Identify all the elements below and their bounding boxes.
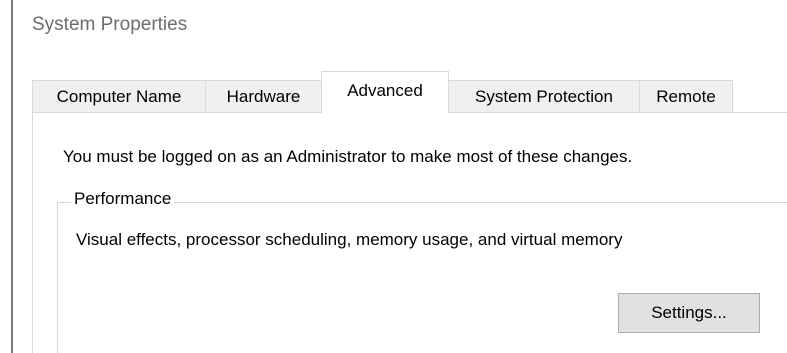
performance-description: Visual effects, processor scheduling, me… — [76, 230, 623, 249]
admin-notice-text: You must be logged on as an Administrato… — [63, 147, 633, 166]
performance-group-label: Performance — [71, 189, 175, 209]
tab-hardware[interactable]: Hardware — [205, 80, 322, 112]
window-title: System Properties — [32, 14, 188, 35]
tab-advanced[interactable]: Advanced — [321, 71, 449, 113]
performance-settings-button[interactable]: Settings... — [618, 293, 760, 333]
tab-computer-name[interactable]: Computer Name — [32, 80, 206, 112]
tab-system-protection[interactable]: System Protection — [448, 80, 640, 112]
tab-remote[interactable]: Remote — [639, 80, 733, 112]
system-properties-window: System Properties Computer Name Hardware… — [0, 0, 787, 353]
window-left-border — [11, 0, 13, 353]
